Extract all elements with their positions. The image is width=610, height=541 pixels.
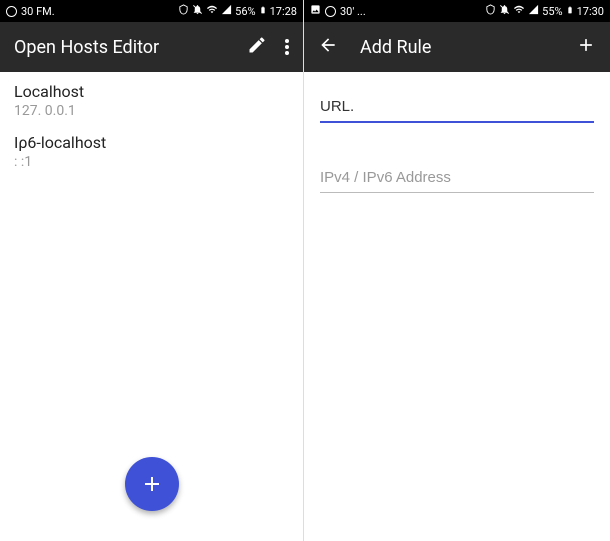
host-ip: : :1 xyxy=(14,154,289,170)
back-icon[interactable] xyxy=(318,35,338,59)
status-time: 17:28 xyxy=(270,5,297,18)
app-bar: Open Hosts Editor xyxy=(0,22,303,72)
wifi-icon xyxy=(513,4,525,18)
list-item[interactable]: Iρ6-localhost : :1 xyxy=(14,133,289,170)
app-title: Open Hosts Editor xyxy=(14,37,247,58)
status-right: 56% 17:28 xyxy=(178,4,297,19)
host-name: Localhost xyxy=(14,82,289,101)
host-list: Localhost 127. 0.0.1 Iρ6-localhost : :1 xyxy=(0,72,303,194)
mute-icon xyxy=(499,4,510,18)
battery-text: 55% xyxy=(542,5,562,18)
mute-icon xyxy=(192,4,203,18)
add-icon[interactable] xyxy=(576,35,596,59)
battery-icon xyxy=(259,4,267,19)
url-field[interactable] xyxy=(320,92,594,123)
status-left: 30' ... xyxy=(310,4,485,18)
wifi-icon xyxy=(206,4,218,18)
host-ip: 127. 0.0.1 xyxy=(14,103,289,119)
alarm-icon xyxy=(485,4,496,18)
add-rule-form xyxy=(304,72,610,253)
image-icon xyxy=(310,4,321,18)
status-right: 55% 17:30 xyxy=(485,4,604,19)
add-button[interactable] xyxy=(125,457,179,511)
app-title: Add Rule xyxy=(360,37,576,58)
edit-icon[interactable] xyxy=(247,35,267,59)
clock-icon xyxy=(6,6,17,17)
status-left-text: 30' ... xyxy=(340,5,366,18)
screen-add-rule: 30' ... 55% 17:30 Add Rule xyxy=(304,0,610,541)
battery-icon xyxy=(566,4,574,19)
status-bar: 30' ... 55% 17:30 xyxy=(304,0,610,22)
host-name: Iρ6-localhost xyxy=(14,133,289,152)
status-time: 17:30 xyxy=(577,5,604,18)
address-field[interactable] xyxy=(320,163,594,193)
signal-icon xyxy=(221,4,232,18)
more-icon[interactable] xyxy=(285,39,289,55)
clock-icon xyxy=(325,6,336,17)
signal-icon xyxy=(528,4,539,18)
status-left: 30 FM. xyxy=(6,5,178,18)
screen-hosts-list: 30 FM. 56% 17:28 Open Hosts Editor xyxy=(0,0,304,541)
battery-text: 56% xyxy=(235,5,255,18)
app-bar: Add Rule xyxy=(304,22,610,72)
status-left-text: 30 FM. xyxy=(21,5,55,18)
alarm-icon xyxy=(178,4,189,18)
status-bar: 30 FM. 56% 17:28 xyxy=(0,0,303,22)
list-item[interactable]: Localhost 127. 0.0.1 xyxy=(14,82,289,119)
